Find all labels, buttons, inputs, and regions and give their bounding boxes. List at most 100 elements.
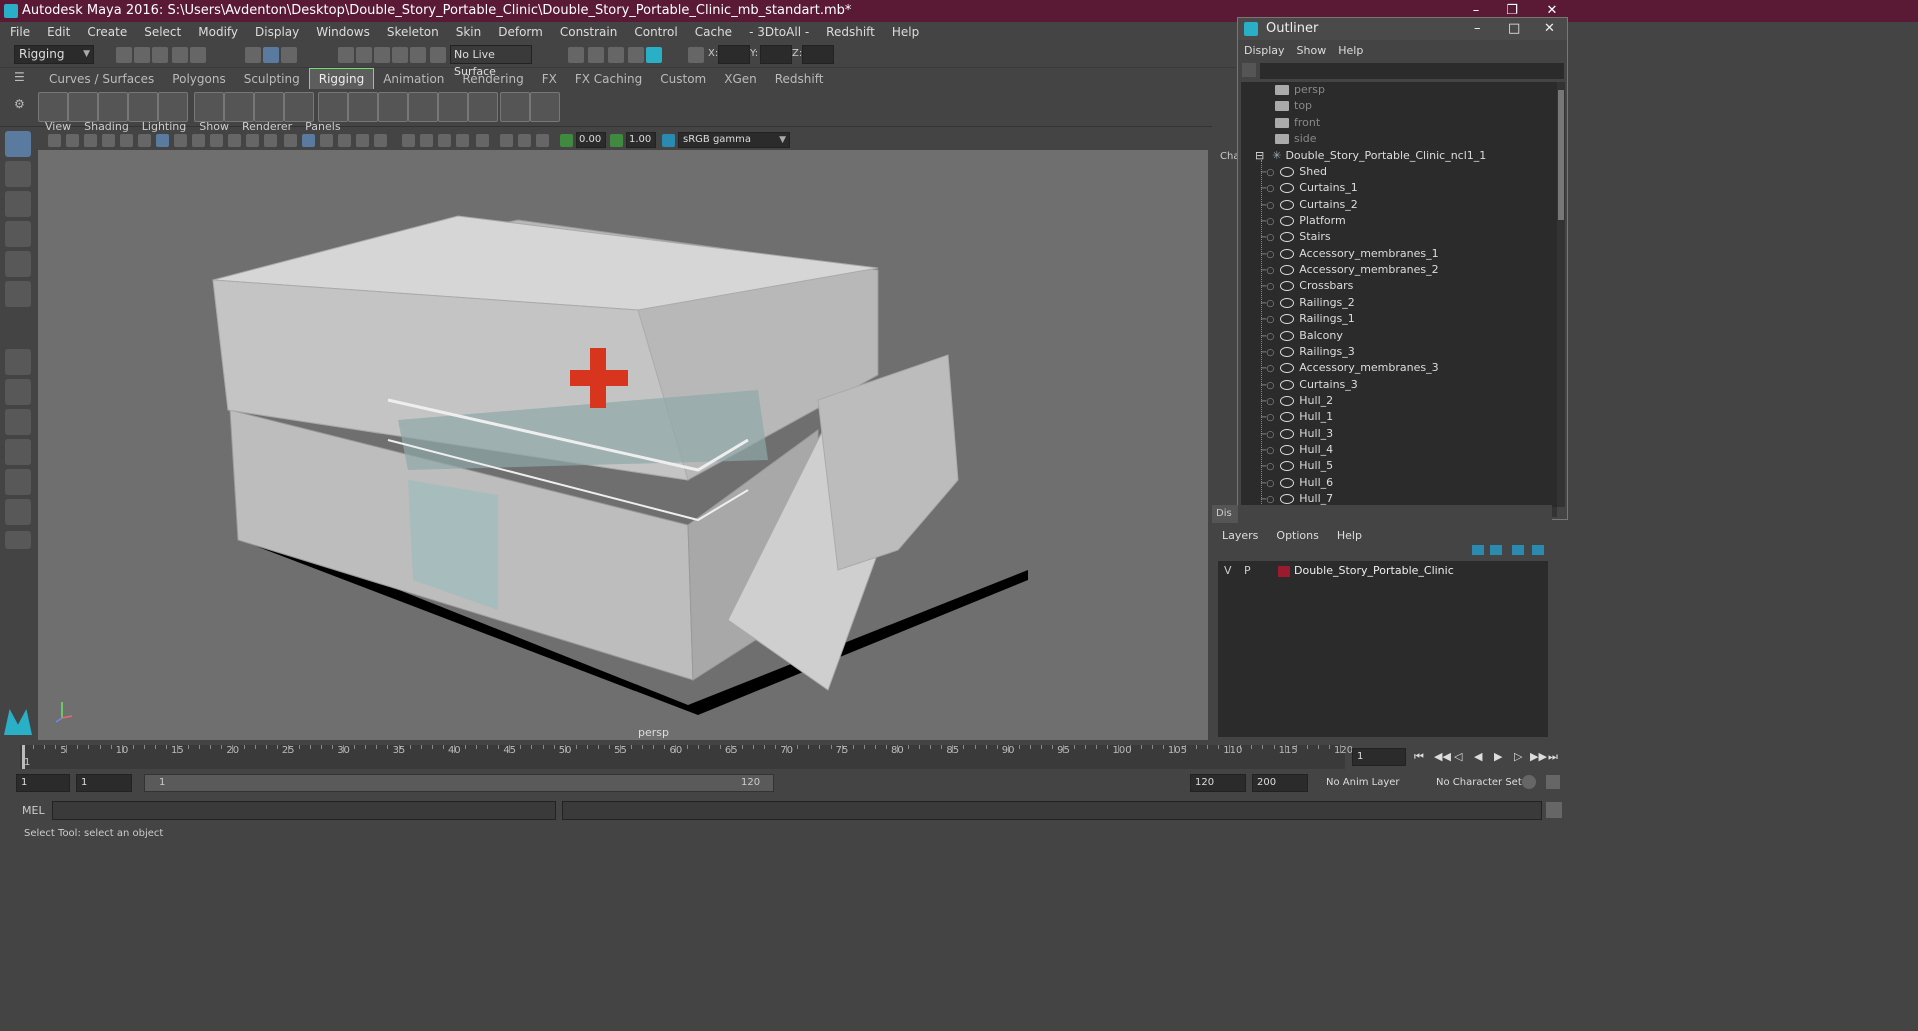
range-slider[interactable]: 1 120 [144,774,774,792]
move-layer-down-icon[interactable] [1490,545,1502,555]
outliner-mesh-item[interactable]: ─○ Hull_3 [1261,426,1333,442]
use-lights-icon[interactable] [356,134,369,147]
snap-to-point-icon[interactable] [374,47,390,63]
gamma-field[interactable]: 1.00 [626,132,656,148]
channel-box-tab[interactable]: Cha [1212,117,1239,497]
shelf-tab[interactable]: Rendering [453,69,532,90]
outliner-camera-item[interactable]: front [1275,115,1320,131]
menu-item[interactable]: Display [255,25,299,39]
outliner-mesh-item[interactable]: ─○ Hull_4 [1261,442,1333,458]
menu-item[interactable]: Redshift [826,25,875,39]
gate-mask-icon[interactable] [210,134,223,147]
command-language-label[interactable]: MEL [22,804,45,817]
gamma-icon[interactable] [610,134,623,147]
command-input[interactable] [52,801,556,820]
perspective-viewport[interactable]: persp [38,150,1208,740]
new-layer-icon[interactable] [1512,545,1524,555]
four-view-layout-icon[interactable] [5,379,31,405]
shelf-tab[interactable]: Curves / Surfaces [40,69,163,90]
outliner-mesh-item[interactable]: ─○ Railings_3 [1261,344,1355,360]
outliner-camera-item[interactable]: persp [1275,82,1325,98]
outliner-mesh-item[interactable]: ─○ Curtains_1 [1261,180,1358,196]
screen-space-ao-icon[interactable] [402,134,415,147]
redo-icon[interactable] [190,47,206,63]
outliner-mesh-item[interactable]: ─○ Balcony [1261,328,1343,344]
layer-row[interactable]: V P Double_Story_Portable_Clinic [1218,563,1548,579]
snap-to-curve-icon[interactable] [356,47,372,63]
outliner-vertical-scrollbar[interactable] [1557,82,1565,507]
snap-to-view-plane-icon[interactable] [392,47,408,63]
menu-item[interactable]: File [10,25,30,39]
menu-item[interactable]: Create [87,25,127,39]
make-live-icon[interactable] [410,47,426,63]
anti-aliasing-icon[interactable] [438,134,451,147]
persp-graph-layout-icon[interactable] [5,439,31,465]
character-set-dropdown[interactable]: No Character Set [1436,777,1522,788]
shelf-menu-icon[interactable]: ☰ [14,70,28,84]
menu-item[interactable]: Constrain [560,25,618,39]
outliner-mesh-item[interactable]: ─○ Shed [1261,164,1327,180]
camera-attributes-icon[interactable] [66,134,79,147]
bookmark-icon[interactable] [84,134,97,147]
persp-outliner-layout-icon[interactable] [5,409,31,435]
outliner-mesh-item[interactable]: ─○ Hull_5 [1261,458,1333,474]
shelf-settings-icon[interactable]: ⚙ [14,97,28,111]
xray-active-components-icon[interactable] [518,134,531,147]
view-transform-dropdown[interactable]: sRGB gamma ▼ [678,132,790,148]
select-camera-icon[interactable] [48,134,61,147]
move-tool-icon[interactable] [5,221,31,247]
safe-action-icon[interactable] [246,134,259,147]
shelf-tab[interactable]: Rigging [308,68,375,91]
select-tool-icon[interactable] [5,131,31,157]
safe-title-icon[interactable] [264,134,277,147]
isolate-select-icon[interactable] [476,134,489,147]
outliner-mesh-item[interactable]: ─○ Hull_2 [1261,393,1333,409]
layer-menu-item[interactable]: Options [1276,529,1318,542]
outliner-mesh-item[interactable]: ─○ Accessory_membranes_2 [1261,262,1439,278]
outliner-menu-item[interactable]: Show [1297,44,1327,57]
xray-joints-icon[interactable] [536,134,549,147]
shelf-tab[interactable]: Custom [651,69,715,90]
exposure-icon[interactable] [560,134,573,147]
field-chart-icon[interactable] [228,134,241,147]
save-scene-icon[interactable] [152,47,168,63]
time-slider[interactable]: 5 10 15 20 25 30 35 40 45 50 55 60 65 70 75 80 85 90 95 100… [0,741,1918,771]
z-field[interactable] [802,45,834,64]
grid-icon[interactable] [156,134,169,147]
hypershade-layout-icon[interactable] [5,469,31,495]
shelf-tab[interactable]: Redshift [766,69,833,90]
layout-menu-icon[interactable] [5,531,31,549]
menu-item[interactable]: Select [144,25,181,39]
outliner-mesh-item[interactable]: ─○ Curtains_2 [1261,197,1358,213]
new-layer-selected-icon[interactable] [1532,545,1544,555]
wireframe-on-shaded-icon[interactable] [320,134,333,147]
layer-menu-item[interactable]: Layers [1222,529,1258,542]
textured-icon[interactable] [338,134,351,147]
select-by-object-icon[interactable] [263,47,279,63]
shelf-tab[interactable]: Sculpting [235,69,309,90]
menu-item[interactable]: Windows [316,25,370,39]
step-back-frame-icon[interactable]: ◀◀ [1434,750,1451,763]
open-scene-icon[interactable] [134,47,150,63]
menu-item[interactable]: Skin [456,25,482,39]
shelf-tab[interactable]: FX [533,69,566,90]
outliner-mesh-item[interactable]: ─○ Railings_2 [1261,295,1355,311]
outliner-filter-icon[interactable] [1242,63,1256,77]
live-surface-field[interactable]: No Live Surface [450,45,532,78]
layer-playback-toggle[interactable]: P [1244,563,1251,579]
transform-mode-icon[interactable] [688,47,704,63]
outliner-search-input[interactable] [1260,63,1564,79]
rotate-tool-icon[interactable] [5,251,31,277]
outliner-group-item[interactable]: ⊟ ✳ Double_Story_Portable_Clinic_ncl1_1 [1255,148,1486,164]
outliner-mesh-item[interactable]: ─○ Hull_6 [1261,475,1333,491]
time-ruler[interactable]: 5 10 15 20 25 30 35 40 45 50 55 60 65 70 75 80 85 90 95 100… [20,745,1353,769]
grease-pencil-icon[interactable] [138,134,151,147]
layer-color-swatch[interactable] [1278,566,1290,577]
snap-to-grid-icon[interactable] [338,47,354,63]
new-scene-icon[interactable] [116,47,132,63]
color-management-icon[interactable] [662,134,675,147]
mode-selector[interactable]: Rigging ▼ [14,45,94,64]
display-tab[interactable]: Dis [1212,505,1238,523]
play-backwards-icon[interactable]: ◀ [1474,750,1486,763]
menu-item[interactable]: Skeleton [387,25,439,39]
